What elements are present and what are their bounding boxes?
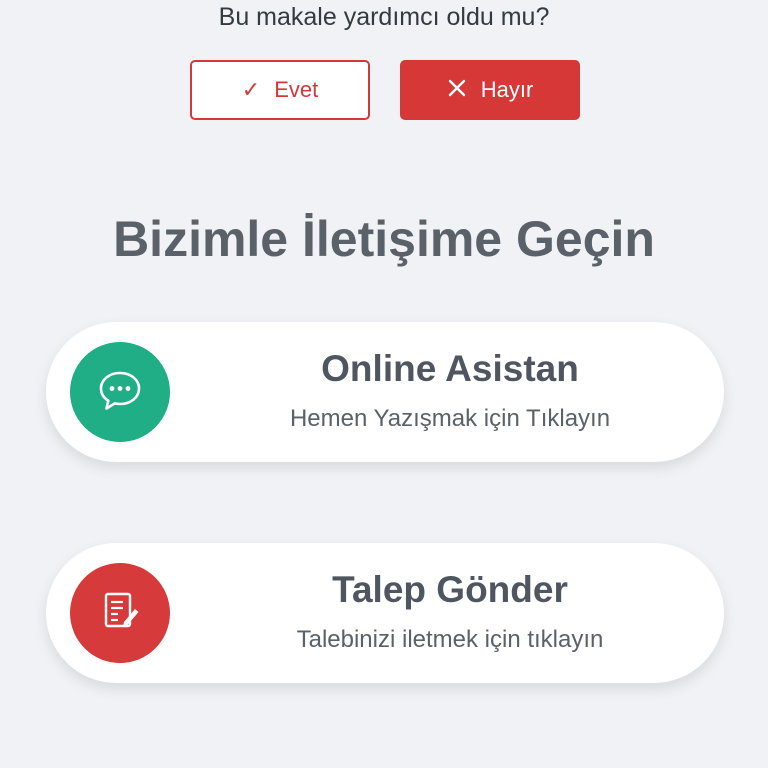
check-icon: ✓ <box>241 77 261 102</box>
yes-button-label: Evet <box>274 77 319 102</box>
no-button[interactable]: Hayır <box>400 60 580 120</box>
close-icon <box>447 78 467 102</box>
assistant-card-subtitle: Hemen Yazışmak için Tıklayın <box>289 405 611 432</box>
request-card-text: Talep Gönder Talebinizi iletmek için tık… <box>196 567 704 657</box>
assistant-icon-circle <box>70 342 170 442</box>
contact-section-title: Bizimle İletişime Geçin <box>113 211 655 267</box>
yes-button[interactable]: ✓ Evet <box>190 60 370 120</box>
feedback-question: Bu makale yardımcı oldu mu? <box>218 3 550 31</box>
send-request-card[interactable]: Talep Gönder Talebinizi iletmek için tık… <box>46 543 724 683</box>
request-card-subtitle: Talebinizi iletmek için tıklayın <box>296 626 604 653</box>
feedback-buttons: ✓ Evet Hayır <box>190 60 580 120</box>
help-page: Bu makale yardımcı oldu mu? ✓ Evet Hayır… <box>0 0 768 768</box>
assistant-card-text: Online Asistan Hemen Yazışmak için Tıkla… <box>196 346 704 436</box>
no-button-label: Hayır <box>480 77 534 102</box>
document-edit-icon <box>94 585 146 642</box>
chat-bubble-icon <box>94 364 146 421</box>
request-icon-circle <box>70 563 170 663</box>
online-assistant-card[interactable]: Online Asistan Hemen Yazışmak için Tıkla… <box>46 322 724 462</box>
request-card-title: Talep Gönder <box>332 569 568 610</box>
assistant-card-title: Online Asistan <box>321 348 579 389</box>
